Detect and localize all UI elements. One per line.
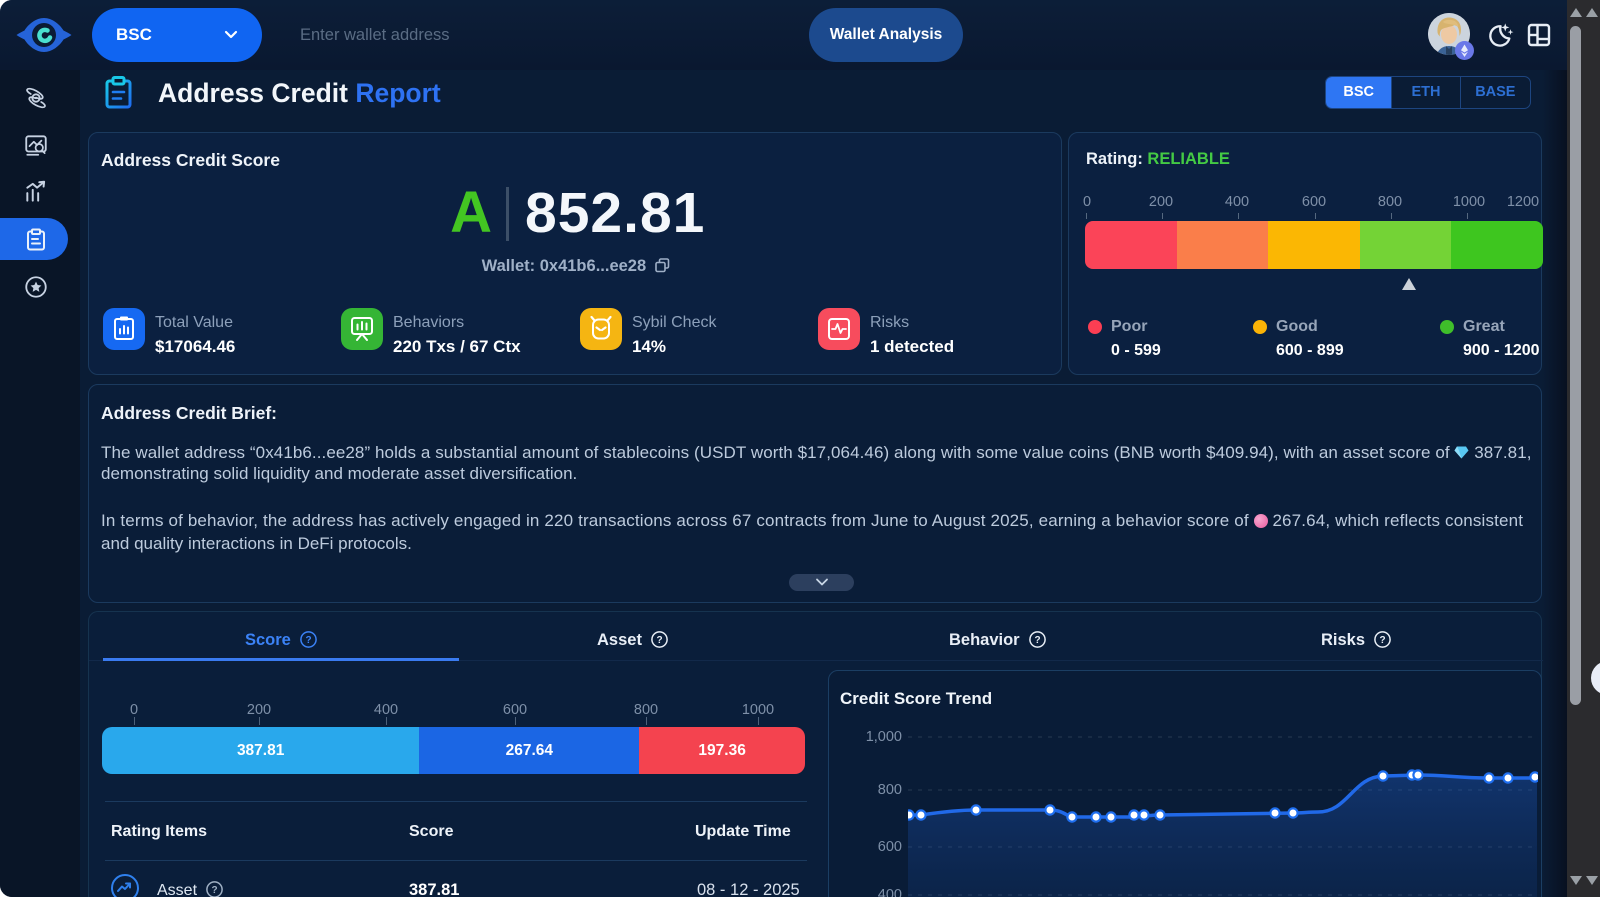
svg-text:?: ? xyxy=(305,635,311,646)
svg-text:?: ? xyxy=(1380,635,1386,646)
svg-text:?: ? xyxy=(211,885,217,896)
svg-text:?: ? xyxy=(1034,635,1040,646)
svg-text:?: ? xyxy=(657,635,663,646)
